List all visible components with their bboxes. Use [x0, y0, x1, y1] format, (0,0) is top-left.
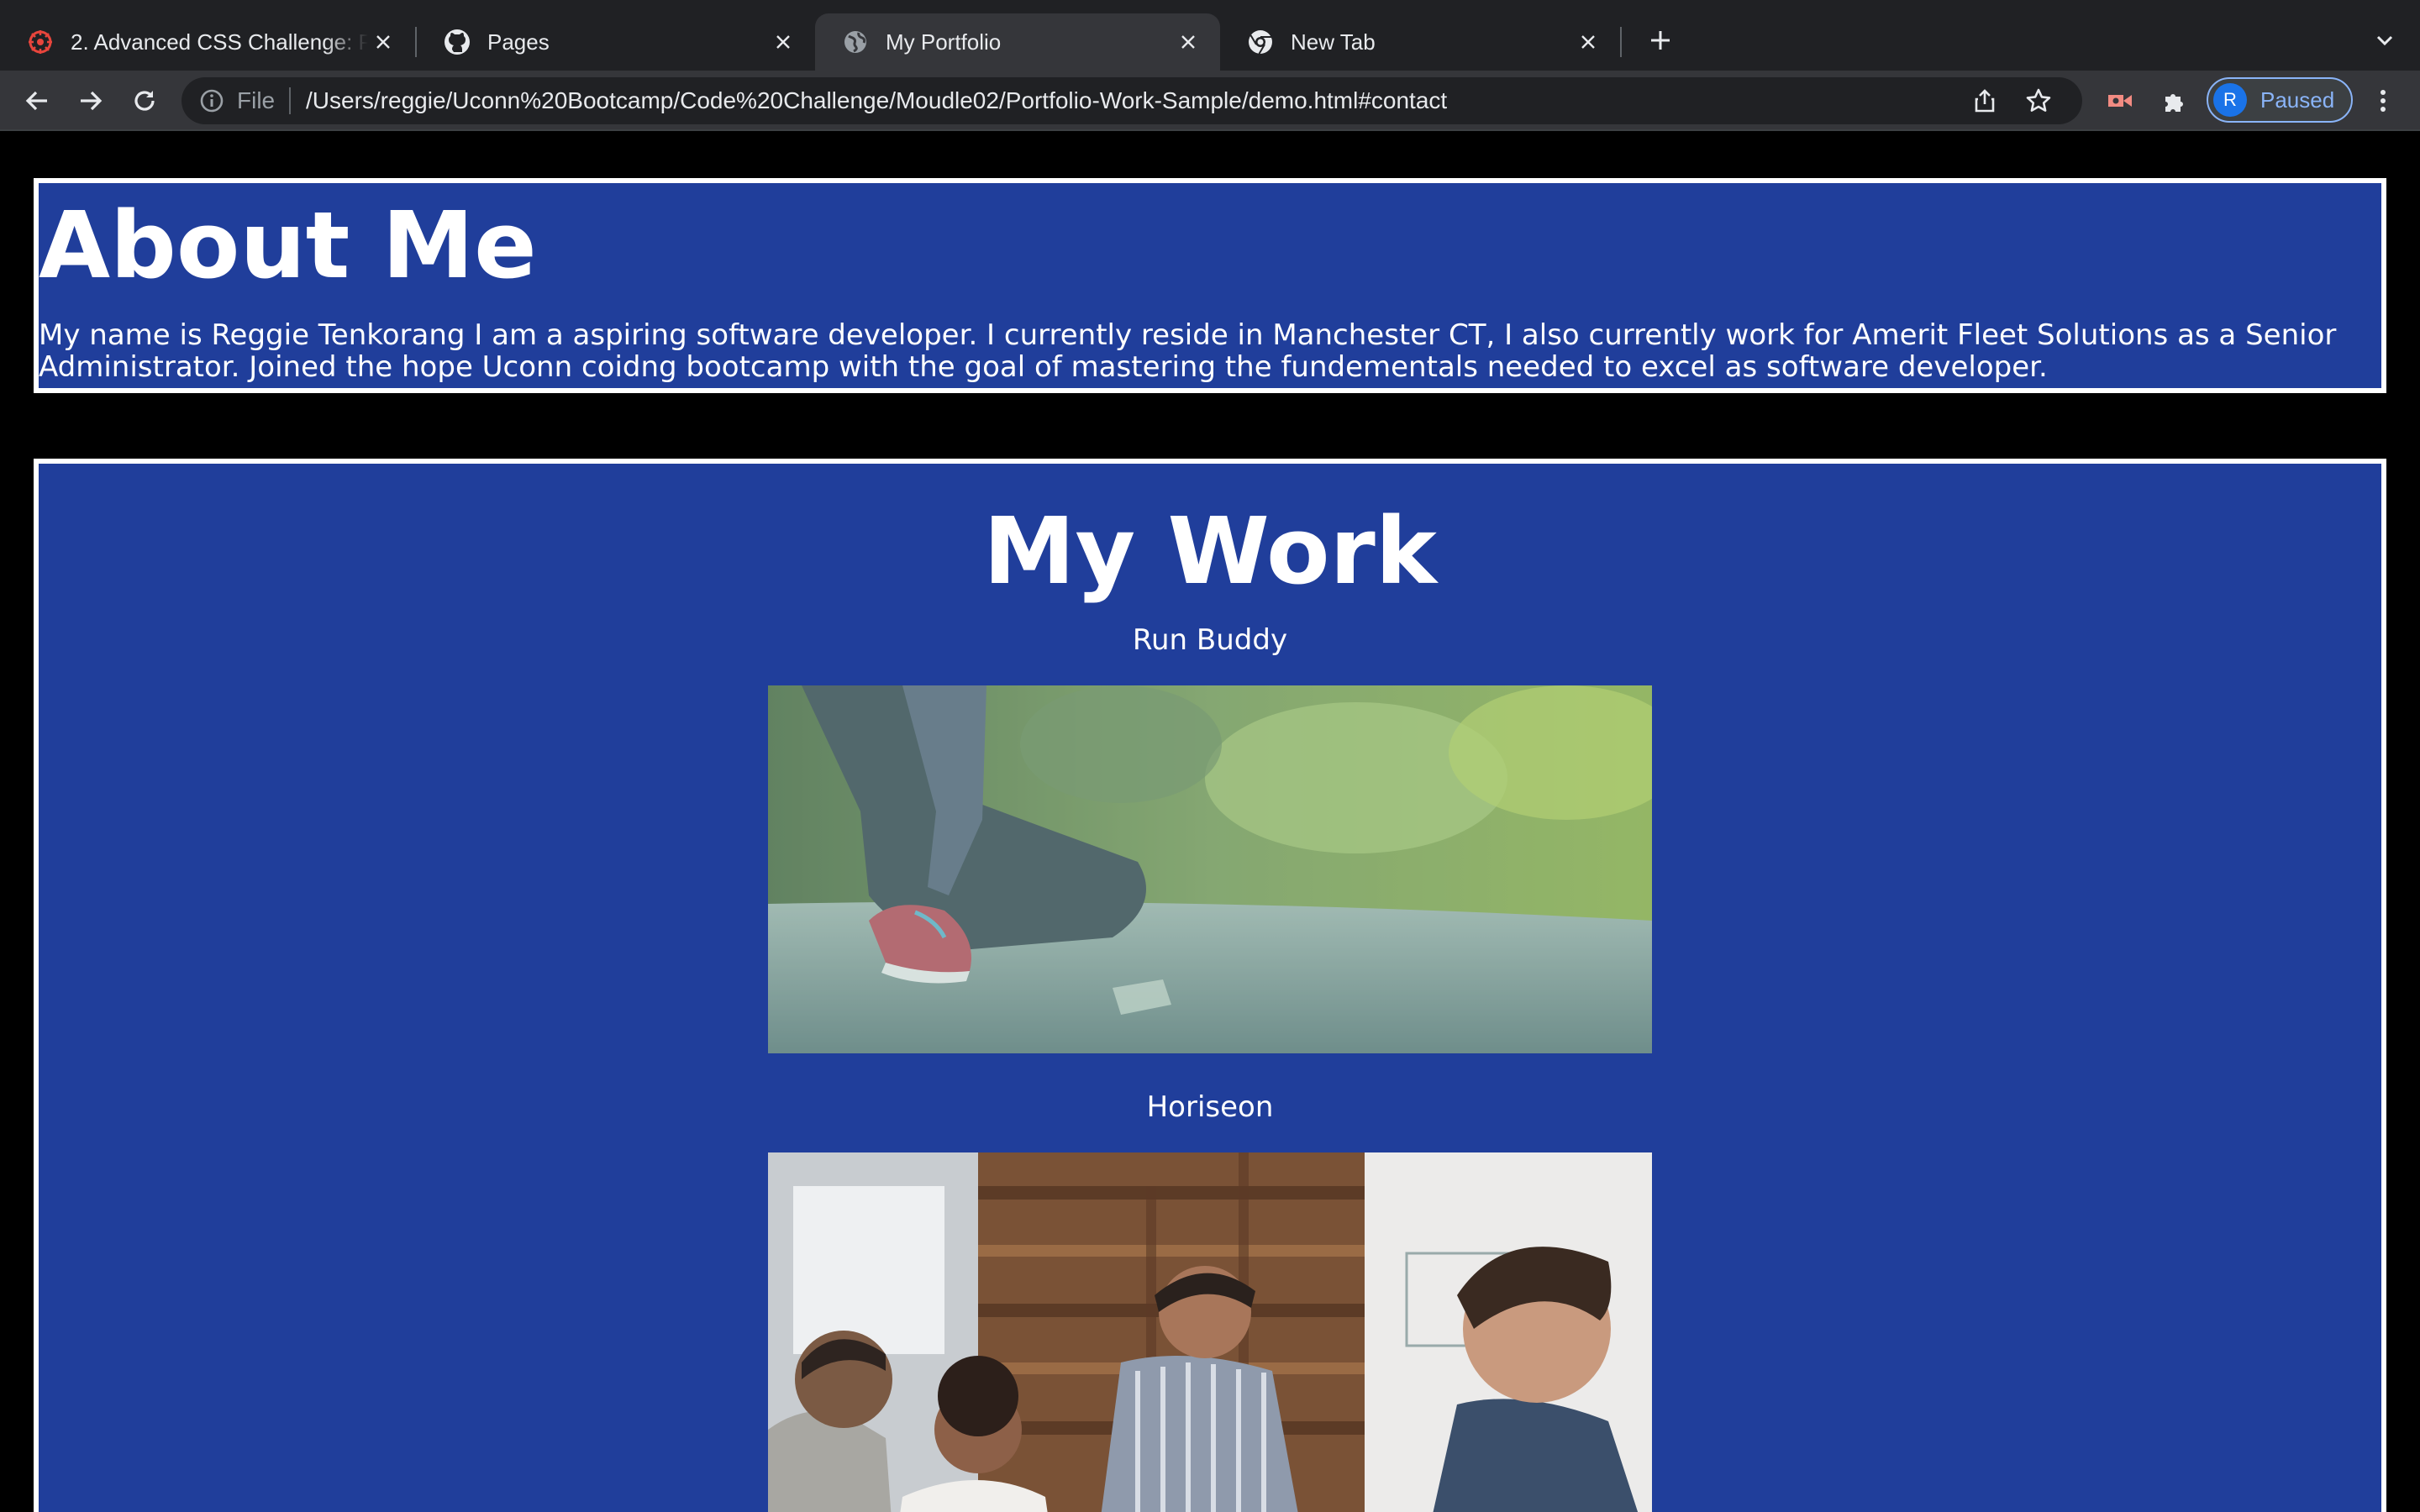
address-separator [289, 87, 291, 114]
tab-separator [1620, 27, 1622, 57]
profile-button[interactable]: R Paused [2207, 77, 2353, 123]
chrome-icon [1247, 29, 1274, 55]
screen-recorder-extension-icon [2108, 95, 2132, 107]
avatar: R [2213, 83, 2247, 117]
share-icon[interactable] [1971, 87, 1998, 114]
reload-icon [134, 91, 155, 111]
reload-button[interactable] [124, 81, 165, 121]
tab-pages[interactable]: Pages [417, 13, 815, 71]
tab-my-portfolio[interactable]: My Portfolio [815, 13, 1220, 71]
runner-tying-shoe-photo [768, 685, 1652, 1053]
info-icon[interactable] [198, 87, 225, 114]
plus-icon [1651, 31, 1670, 50]
team-meeting-photo [768, 1152, 1652, 1512]
close-tab-icon[interactable] [368, 27, 398, 57]
scheme-label: File [237, 87, 276, 113]
new-tab-button[interactable] [1642, 22, 1679, 59]
url-text[interactable]: /Users/reggie/Uconn%20Bootcamp/Code%20Ch… [306, 87, 1447, 114]
tab-search-button[interactable] [2366, 22, 2403, 59]
about-section: About Me My name is Reggie Tenkorang I a… [34, 178, 2386, 393]
arrow-right-icon [81, 91, 103, 111]
extensions-button[interactable] [2154, 81, 2195, 121]
kebab-menu-icon [2381, 90, 2386, 112]
tab-title: New Tab [1291, 29, 1376, 55]
puzzle-icon [2165, 94, 2183, 112]
tab-new-tab[interactable]: New Tab [1220, 13, 1620, 71]
globe-icon [842, 29, 869, 55]
forward-button[interactable] [71, 81, 111, 121]
profile-status: Paused [2260, 87, 2335, 113]
project-image-horiseon[interactable] [768, 1152, 1652, 1512]
browser-toolbar: File /Users/reggie/Uconn%20Bootcamp/Code… [0, 71, 2420, 131]
browser-menu-button[interactable] [2363, 81, 2403, 121]
tab-title: 2. Advanced CSS Challenge: Portfolio [71, 29, 368, 55]
project-title-run-buddy: Run Buddy [1132, 623, 1288, 657]
project-title-horiseon: Horiseon [1146, 1090, 1274, 1124]
tab-title: My Portfolio [886, 29, 1002, 55]
address-bar[interactable]: File /Users/reggie/Uconn%20Bootcamp/Code… [182, 77, 2082, 124]
project-image-run-buddy[interactable] [768, 685, 1652, 1053]
star-icon[interactable] [2025, 87, 2052, 114]
close-tab-icon[interactable] [768, 27, 798, 57]
chevron-down-icon [2376, 35, 2393, 46]
back-button[interactable] [17, 81, 57, 121]
close-tab-icon[interactable] [1573, 27, 1603, 57]
about-heading: About Me [39, 192, 537, 299]
tab-title: Pages [487, 29, 550, 55]
bootcamp-favicon-icon [27, 29, 54, 55]
work-heading: My Work [983, 497, 1437, 605]
close-tab-icon[interactable] [1173, 27, 1203, 57]
tab-strip: 2. Advanced CSS Challenge: Portfolio Pag… [0, 0, 2420, 71]
work-section: My Work Run Buddy Horiseon [34, 459, 2386, 1512]
extension-button[interactable] [2101, 81, 2141, 121]
tab-advanced-css-challenge[interactable]: 2. Advanced CSS Challenge: Portfolio [0, 13, 415, 71]
about-text: My name is Reggie Tenkorang I am a aspir… [39, 318, 2337, 384]
github-icon [444, 29, 471, 55]
page-viewport[interactable]: About Me My name is Reggie Tenkorang I a… [0, 131, 2420, 1512]
arrow-left-icon [25, 91, 47, 111]
